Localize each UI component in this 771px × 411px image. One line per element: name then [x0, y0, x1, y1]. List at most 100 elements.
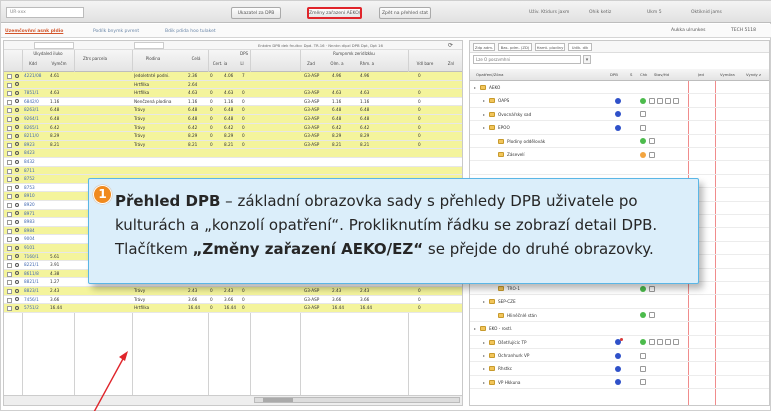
tree-row[interactable]: TRO-1 [470, 282, 769, 296]
row-checkbox[interactable] [7, 160, 12, 165]
row-checkbox[interactable] [7, 203, 12, 208]
table-row[interactable]: 8265/1 6.42 Trávy 6.42 0 6.42 0 G3·ASP 6.42 6.42 0 [4, 123, 462, 133]
table-row[interactable]: 8711 [4, 166, 462, 176]
cell-kod[interactable]: 7851/1 [24, 89, 48, 97]
magnifier-icon[interactable] [15, 219, 19, 224]
magnifier-icon[interactable] [15, 193, 19, 198]
header-ll[interactable]: Ll [236, 61, 248, 66]
magnifier-icon[interactable] [15, 185, 19, 190]
magnifier-icon[interactable] [15, 73, 19, 78]
magnifier-icon[interactable] [15, 211, 19, 216]
cell-kod[interactable]: 8211/0 [24, 132, 48, 140]
tree-row[interactable]: ▸ SEP-CZE [470, 295, 769, 309]
tree-button-4[interactable]: Udlk. dlk [568, 43, 592, 51]
tree-row[interactable]: ▸ EPOO [470, 121, 769, 135]
row-checkbox[interactable] [7, 194, 12, 200]
header-vymera[interactable]: Vymčm [46, 61, 72, 66]
expand-icon[interactable]: ▸ [474, 322, 476, 335]
row-checkbox[interactable] [7, 263, 12, 269]
tree-row[interactable]: ▸ AEKO [470, 81, 769, 95]
cell-kod[interactable]: 8753 [24, 184, 48, 192]
row-checkbox[interactable] [7, 289, 12, 294]
row-checkbox[interactable] [7, 125, 12, 131]
chevron-down-icon[interactable]: ▾ [583, 55, 591, 64]
context-field[interactable]: UR·xxx [6, 7, 84, 18]
row-checkbox[interactable] [7, 280, 12, 286]
header-last[interactable]: Znl [444, 61, 458, 66]
table-row[interactable]: 9264/1 6.48 Trávy 6.48 0 6.48 0 G3·ASP 6.48 6.48 0 [4, 115, 462, 124]
row-checkbox[interactable] [7, 142, 12, 148]
expand-icon[interactable]: ▸ [483, 362, 485, 375]
cell-kod[interactable]: 8711 [24, 167, 48, 175]
cell-kod[interactable]: 4221/08 [24, 72, 48, 80]
refresh-icon[interactable]: ⟳ [448, 42, 453, 49]
state-checkbox[interactable] [657, 97, 663, 104]
magnifier-icon[interactable] [15, 288, 19, 293]
expand-icon[interactable]: ▸ [483, 376, 485, 389]
table-row[interactable]: 4221/08 4.61 Jedoletnté podni. 2.36 0 4.06 7 G3… [4, 72, 462, 81]
cell-kod[interactable]: 8821/1 [24, 278, 48, 286]
row-checkbox[interactable] [7, 220, 12, 226]
row-checkbox[interactable] [7, 306, 12, 312]
magnifier-icon[interactable] [15, 202, 19, 207]
cell-kod[interactable]: 9004 [24, 235, 48, 243]
cell-kod[interactable]: 8920 [24, 201, 48, 209]
state-checkbox[interactable] [649, 151, 655, 158]
magnifier-icon[interactable] [15, 125, 19, 130]
expand-icon[interactable]: ▸ [474, 81, 476, 94]
state-checkbox[interactable] [665, 339, 671, 346]
expand-icon[interactable]: ▸ [483, 349, 485, 362]
magnifier-icon[interactable] [15, 279, 19, 284]
magnifier-icon[interactable] [15, 142, 19, 147]
table-row[interactable]: 8211/0 8.29 Trávy 8.29 0 8.29 0 G3·ASP 8.29 8.29 0 [4, 132, 462, 141]
state-checkbox[interactable] [640, 352, 646, 359]
header-parcela[interactable]: Ztrs parcela [76, 56, 114, 61]
tree-row[interactable]: ▸ Rhstkc [470, 362, 769, 376]
tree-header-s[interactable]: S [630, 69, 638, 81]
header-zad[interactable]: Zad [304, 61, 318, 66]
header-kod[interactable]: Kdd [24, 61, 42, 66]
row-checkbox[interactable] [7, 151, 12, 157]
tree-header-jed[interactable]: Jed [698, 69, 708, 81]
state-checkbox[interactable] [673, 339, 679, 346]
cell-kod[interactable]: 8971 [24, 210, 48, 218]
tree-row[interactable]: ▸ VP Hkkuna [470, 376, 769, 390]
header-cert[interactable]: Cert. ia [210, 61, 230, 66]
state-checkbox[interactable] [640, 111, 646, 118]
header-obl[interactable]: Olm. a [326, 61, 348, 66]
cell-kod[interactable]: 8923 [24, 141, 48, 149]
row-checkbox[interactable] [7, 254, 12, 260]
tree-row[interactable]: ▸ Ochranhurk VP [470, 349, 769, 363]
tree-filter-select[interactable]: Lze O poszvmhni [473, 55, 581, 64]
sorting-label[interactable]: Aukka ulrunkes [671, 26, 705, 36]
state-checkbox[interactable] [649, 138, 655, 145]
magnifier-icon[interactable] [15, 176, 19, 181]
cell-kod[interactable]: 8752 [24, 175, 48, 183]
cell-kod[interactable]: 8823/1 [24, 287, 48, 295]
magnifier-icon[interactable] [15, 305, 19, 310]
header-val[interactable]: Vdl bare [414, 61, 436, 66]
tab-parcels[interactable]: Podílk bnymk pvrent [93, 27, 139, 36]
row-checkbox[interactable] [7, 108, 12, 114]
row-checkbox[interactable] [7, 134, 12, 140]
row-checkbox[interactable] [7, 168, 12, 174]
tree-button-2[interactable]: Bas. pdm. (ZD) [498, 43, 532, 51]
expand-icon[interactable]: ▸ [483, 121, 485, 134]
table-row[interactable]: 8263/1 6.48 Trávy 6.48 0 6.48 0 G3·ASP 6.48 6.48 0 [4, 106, 462, 115]
cell-kod[interactable]: 8265/1 [24, 124, 48, 132]
state-checkbox[interactable] [649, 97, 655, 104]
cell-kod[interactable]: 5751/2 [24, 304, 48, 312]
tree-header-dpb[interactable]: DPB [610, 69, 624, 81]
cell-kod[interactable]: 7160/1 [24, 253, 48, 261]
row-checkbox[interactable] [7, 271, 12, 277]
tab-overview[interactable]: Uzemčovňní asnk pldio [5, 27, 63, 36]
magnifier-icon[interactable] [15, 168, 19, 173]
state-checkbox[interactable] [640, 365, 646, 372]
table-row[interactable]: 8923 8.21 Trávy 8.21 0 8.21 0 G3·ASP 8.21 8.21 0 [4, 140, 462, 150]
magnifier-icon[interactable] [15, 236, 19, 241]
cell-kod[interactable]: 8432 [24, 158, 48, 166]
back-to-overview-button[interactable]: Zpět na přehled stat [379, 7, 431, 19]
row-checkbox[interactable] [7, 185, 12, 191]
tree-row[interactable] [470, 161, 769, 175]
state-checkbox[interactable] [649, 285, 655, 292]
